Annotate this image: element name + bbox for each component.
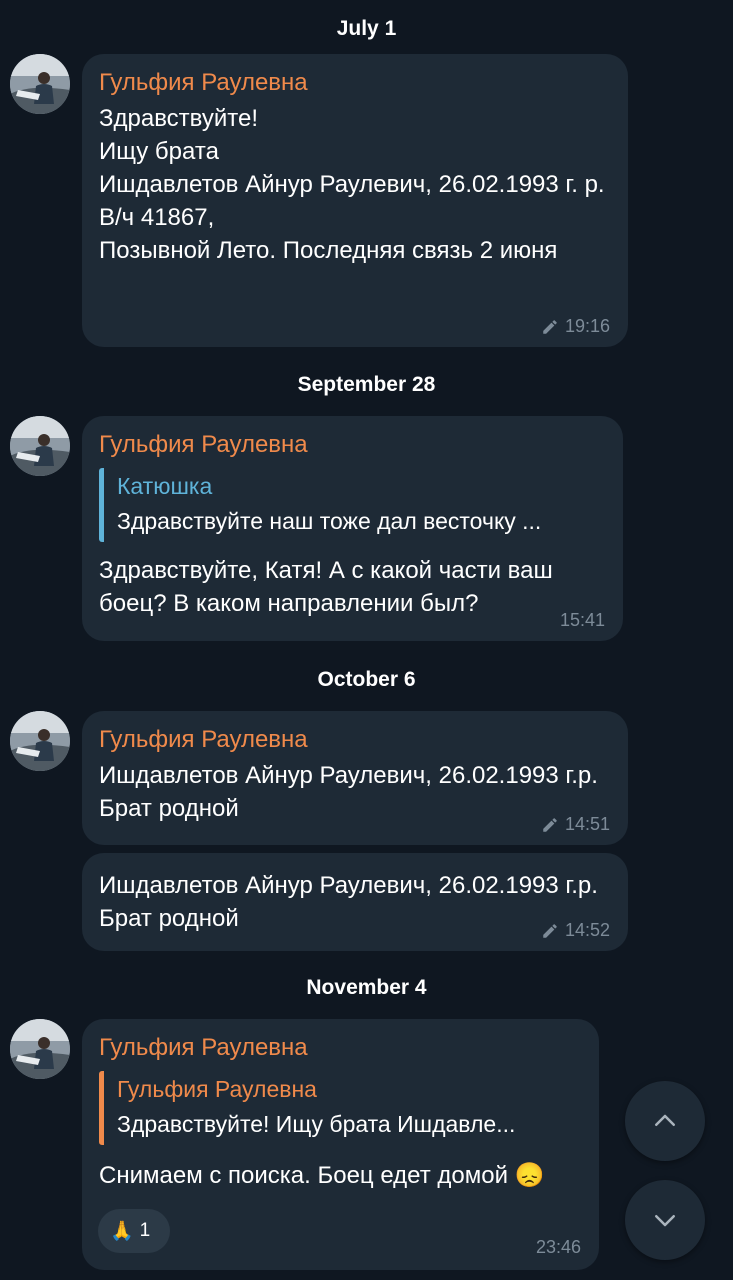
message-text: Ишдавлетов Айнур Раулевич, 26.02.1993 г.… — [99, 872, 598, 932]
avatar-photo — [10, 711, 70, 771]
reply-text: Здравствуйте! Ищу брата Ишдавле... — [117, 1111, 516, 1137]
message-time: 14:51 — [564, 814, 610, 834]
reply-quote[interactable]: Гульфия Раулевна Здравствуйте! Ищу брата… — [99, 1071, 575, 1145]
message-time: 14:52 — [564, 920, 610, 940]
message-meta: 15:41 — [560, 610, 605, 631]
sender-name[interactable]: Гульфия Раулевна — [99, 430, 605, 460]
date-separator: September 28 — [297, 373, 436, 396]
date-separator: July 1 — [336, 17, 397, 40]
message-text: Здравствуйте, Катя! А с какой части ваш … — [99, 557, 553, 617]
message-bubble[interactable]: Ишдавлетов Айнур Раулевич, 26.02.1993 г.… — [82, 853, 628, 951]
message-meta: 23:46 — [536, 1237, 581, 1258]
message-meta: 14:52 — [541, 920, 610, 941]
reply-author: Катюшка — [117, 473, 213, 499]
pencil-icon — [543, 923, 557, 938]
sender-name[interactable]: Гульфия Раулевна — [99, 68, 610, 98]
message-text: Снимаем с поиска. Боец едет домой 😞 — [99, 1162, 545, 1189]
pencil-icon — [543, 817, 557, 832]
date-separator: November 4 — [306, 976, 427, 999]
scroll-down-button[interactable] — [625, 1180, 705, 1260]
message-meta: 19:16 — [541, 316, 610, 337]
avatar[interactable] — [10, 54, 70, 114]
reaction-chip[interactable]: 🙏 1 — [98, 1209, 170, 1253]
message-text: Ишдавлетов Айнур Раулевич, 26.02.1993 г.… — [99, 762, 598, 822]
message-bubble[interactable]: Гульфия Раулевна Гульфия Раулевна Здравс… — [82, 1019, 599, 1270]
message-bubble[interactable]: Гульфия Раулевна Катюшка Здравствуйте на… — [82, 416, 623, 641]
avatar[interactable] — [10, 416, 70, 476]
reply-text: Здравствуйте наш тоже дал весточку ... — [117, 508, 542, 534]
message-bubble[interactable]: Гульфия Раулевна Здравствуйте! Ищу брата… — [82, 54, 628, 347]
message-bubble[interactable]: Гульфия Раулевна Ишдавлетов Айнур Раулев… — [82, 711, 628, 845]
avatar-photo — [10, 416, 70, 476]
pencil-icon — [543, 319, 557, 334]
message-text: Здравствуйте! Ищу брата Ишдавлетов Айнур… — [99, 105, 605, 264]
sender-name[interactable]: Гульфия Раулевна — [99, 725, 610, 755]
message-time: 15:41 — [559, 610, 605, 630]
avatar-photo — [10, 54, 70, 114]
reaction-emoji: 🙏 — [110, 1221, 134, 1242]
chevron-down-icon — [655, 1215, 675, 1227]
avatar[interactable] — [10, 711, 70, 771]
avatar[interactable] — [10, 1019, 70, 1079]
reply-quote[interactable]: Катюшка Здравствуйте наш тоже дал весточ… — [99, 468, 601, 542]
date-separator: October 6 — [317, 668, 416, 691]
scroll-up-button[interactable] — [625, 1081, 705, 1161]
message-meta: 14:51 — [541, 814, 610, 835]
chevron-up-icon — [655, 1114, 675, 1126]
reaction-count: 1 — [139, 1220, 151, 1241]
message-time: 19:16 — [564, 316, 610, 336]
message-time: 23:46 — [535, 1237, 581, 1257]
reply-author: Гульфия Раулевна — [117, 1076, 317, 1102]
sender-name[interactable]: Гульфия Раулевна — [99, 1033, 581, 1063]
avatar-photo — [10, 1019, 70, 1079]
